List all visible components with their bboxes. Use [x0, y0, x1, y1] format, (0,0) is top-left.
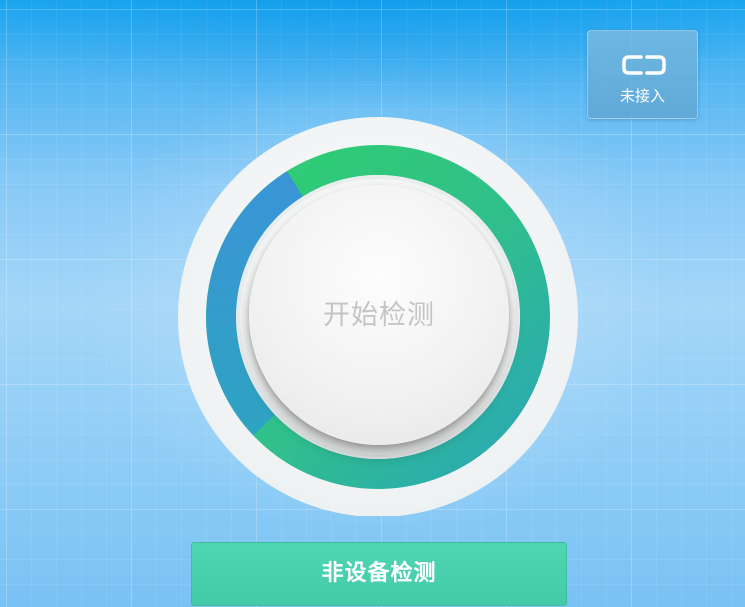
start-detection-button[interactable]: 开始检测	[249, 185, 509, 445]
detection-screen: 未接入 开始检测 非设备检测	[0, 0, 745, 607]
start-detection-label: 开始检测	[323, 300, 435, 330]
disconnected-plug-icon	[622, 55, 666, 75]
non-device-detection-button[interactable]: 非设备检测	[191, 542, 567, 606]
connection-status-label: 未接入	[619, 87, 665, 105]
connection-status-badge[interactable]: 未接入	[587, 30, 698, 119]
